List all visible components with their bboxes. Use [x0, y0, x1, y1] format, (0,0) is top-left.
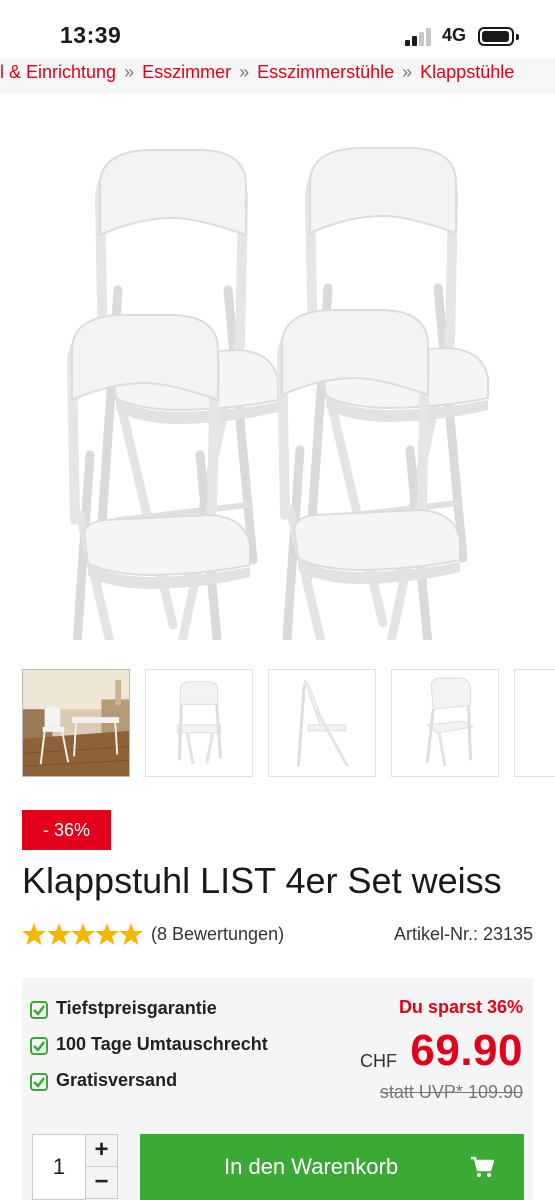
- price-box: Tiefstpreisgarantie 100 Tage Umtauschrec…: [22, 978, 533, 1200]
- network-label: 4G: [442, 25, 467, 45]
- rating-count[interactable]: (8 Bewertungen): [151, 924, 284, 945]
- star-icon: [119, 923, 143, 945]
- breadcrumb-separator: »: [124, 62, 135, 82]
- benefit-label: Gratisversand: [56, 1070, 178, 1090]
- status-bar: 13:39 4G: [0, 0, 555, 60]
- status-time: 13:39: [60, 22, 122, 48]
- breadcrumb: el & Einrichtung » Esszimmer » Esszimmerstüh…: [0, 58, 555, 94]
- benefit-label: 100 Tage Umtauschrecht: [56, 1034, 268, 1054]
- check-icon: [30, 1037, 48, 1055]
- quantity-input[interactable]: 1: [32, 1134, 86, 1200]
- check-icon: [30, 1001, 48, 1019]
- product-title: Klappstuhl LIST 4er Set weiss: [22, 860, 502, 901]
- star-icon: [95, 923, 119, 945]
- thumbnail-chair-side[interactable]: [268, 669, 376, 777]
- rating-stars: [22, 923, 143, 945]
- thumbnail-chair-angle[interactable]: [391, 669, 499, 777]
- product-main-image[interactable]: [20, 120, 535, 640]
- breadcrumb-separator: »: [239, 62, 250, 82]
- thumbnail-more[interactable]: [514, 669, 555, 777]
- battery-icon: [478, 27, 519, 46]
- price-currency: CHF: [360, 1051, 397, 1071]
- breadcrumb-item-einrichtung[interactable]: el & Einrichtung: [0, 62, 116, 82]
- thumbnail-room-scene[interactable]: [22, 669, 130, 777]
- discount-badge: - 36%: [22, 810, 111, 850]
- benefit-label: Tiefstpreisgarantie: [56, 998, 217, 1018]
- old-price: statt UVP* 109.90: [379, 1082, 523, 1102]
- add-to-cart-label: In den Warenkorb: [224, 1154, 399, 1179]
- thumbnail-strip: [22, 669, 555, 779]
- breadcrumb-separator: »: [402, 62, 413, 82]
- check-icon: [30, 1073, 48, 1091]
- add-to-cart-button[interactable]: In den Warenkorb: [140, 1134, 524, 1200]
- breadcrumb-item-esszimmer[interactable]: Esszimmer: [142, 62, 231, 82]
- quantity-decrease-button[interactable]: −: [85, 1166, 118, 1199]
- thumbnail-chair-front[interactable]: [145, 669, 253, 777]
- price-value: 69.90: [410, 1026, 523, 1075]
- quantity-stepper: 1 + −: [32, 1134, 118, 1200]
- signal-icon: [405, 28, 435, 46]
- star-icon: [22, 923, 46, 945]
- article-number: Artikel-Nr.: 23135: [393, 924, 533, 944]
- breadcrumb-item-klappstuehle[interactable]: Klappstühle: [420, 62, 514, 82]
- breadcrumb-item-esszimmerstuehle[interactable]: Esszimmerstühle: [257, 62, 394, 82]
- savings-label: Du sparst 36%: [398, 997, 523, 1017]
- star-icon: [71, 923, 95, 945]
- star-icon: [47, 923, 71, 945]
- quantity-increase-button[interactable]: +: [85, 1134, 118, 1167]
- cart-icon: [471, 1156, 494, 1177]
